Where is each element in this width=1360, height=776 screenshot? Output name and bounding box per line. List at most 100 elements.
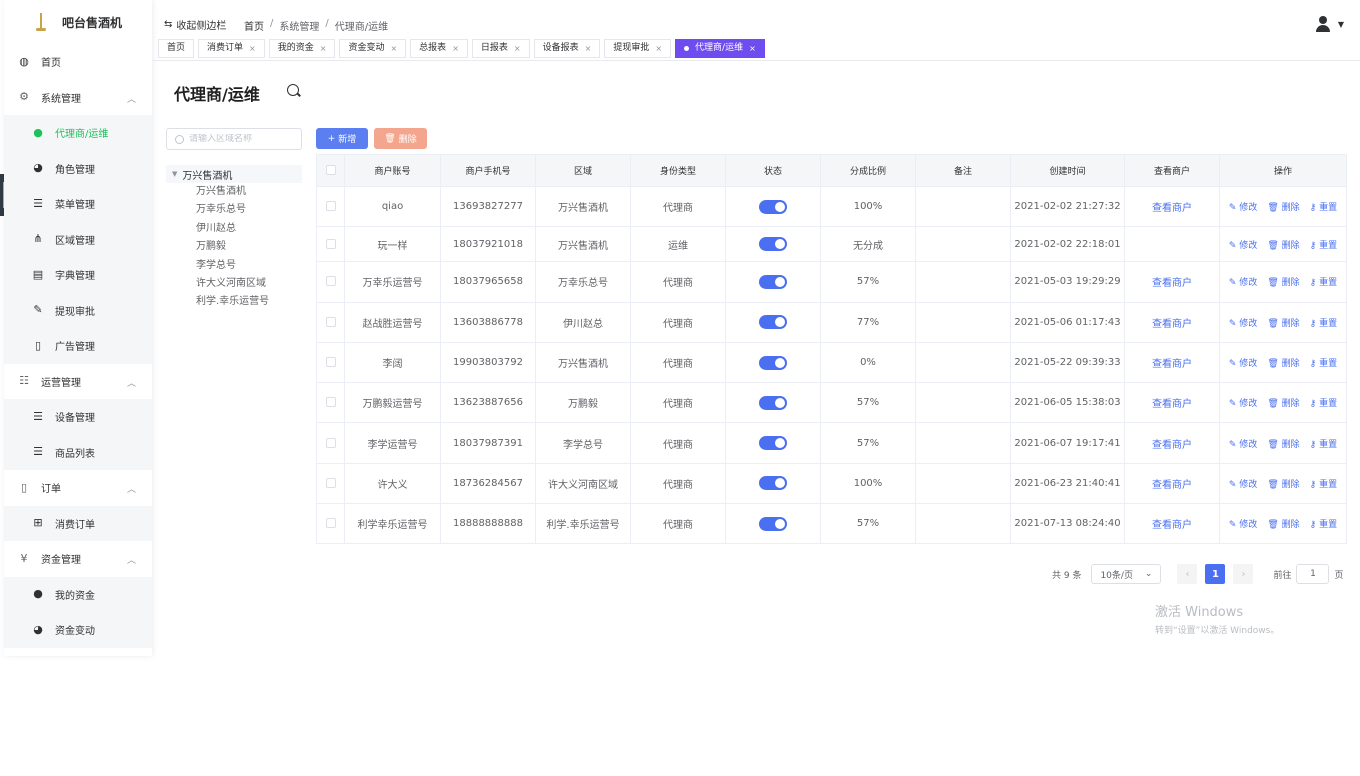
status-toggle[interactable] [759,199,787,214]
sidebar-item[interactable]: ☰ 菜单管理 [4,186,152,222]
status-toggle[interactable] [759,355,787,370]
close-icon[interactable]: × [585,40,592,57]
view-merchant-link[interactable]: 查看商户 [1152,440,1192,451]
delete-row-button[interactable]: 🗑 删除 [1267,200,1299,213]
edit-button[interactable]: ✎ 修改 [1229,200,1257,213]
breadcrumb-home[interactable]: 首页 [244,18,264,33]
row-checkbox[interactable] [325,477,336,488]
edit-button[interactable]: ✎ 修改 [1229,517,1257,530]
delete-button[interactable]: 🗑 删除 [374,128,427,149]
sidebar-item[interactable]: ⚙ 系统管理 ︿ [4,80,152,116]
status-toggle[interactable] [759,315,787,330]
row-checkbox[interactable] [325,397,336,408]
delete-row-button[interactable]: 🗑 删除 [1267,275,1299,288]
delete-row-button[interactable]: 🗑 删除 [1267,517,1299,530]
row-checkbox[interactable] [325,238,336,249]
reset-button[interactable]: ⚷ 重置 [1310,517,1337,530]
prev-page-button[interactable]: ‹ [1177,564,1198,584]
sidebar-item[interactable]: ☰ 设备管理 [4,399,152,435]
area-search-input[interactable] [189,134,289,144]
tab-item[interactable]: 总报表 × [410,39,468,58]
breadcrumb-system[interactable]: 系统管理 [279,18,319,33]
page-size-select[interactable]: 10条/页 ⌄ [1091,564,1162,584]
reset-button[interactable]: ⚷ 重置 [1310,437,1337,450]
status-toggle[interactable] [759,237,787,252]
status-toggle[interactable] [759,274,787,289]
tree-root-node[interactable]: ▼ 万兴售酒机 [166,165,302,183]
status-toggle[interactable] [759,436,787,451]
tab-item[interactable]: 日报表 × [471,39,530,58]
delete-row-button[interactable]: 🗑 删除 [1267,238,1299,251]
view-merchant-link[interactable]: 查看商户 [1152,359,1192,370]
delete-row-button[interactable]: 🗑 删除 [1267,396,1299,409]
user-menu[interactable]: ▼ [1315,16,1344,32]
close-icon[interactable]: × [320,40,327,57]
sidebar-item[interactable]: ▤ 字典管理 [4,257,152,293]
sidebar-item[interactable]: ✎ 提现审批 [4,292,152,328]
edit-button[interactable]: ✎ 修改 [1229,477,1257,490]
sidebar-item[interactable]: ☰ 商品列表 [4,434,152,470]
sidebar-item[interactable]: ● 代理商/运维 [4,115,152,151]
close-icon[interactable]: × [390,40,397,57]
delete-row-button[interactable]: 🗑 删除 [1267,356,1299,369]
reset-button[interactable]: ⚷ 重置 [1310,396,1337,409]
close-icon[interactable]: × [749,40,756,57]
close-icon[interactable]: × [514,40,521,57]
tab-item[interactable]: 代理商/运维 × [675,39,765,58]
reset-button[interactable]: ⚷ 重置 [1310,200,1337,213]
row-checkbox[interactable] [325,518,336,529]
delete-row-button[interactable]: 🗑 删除 [1267,437,1299,450]
delete-row-button[interactable]: 🗑 删除 [1267,316,1299,329]
page-number-current[interactable]: 1 [1205,564,1226,584]
reset-button[interactable]: ⚷ 重置 [1310,275,1337,288]
select-all-checkbox[interactable] [325,165,336,176]
search-icon[interactable] [286,83,301,98]
status-toggle[interactable] [759,516,787,531]
view-merchant-link[interactable]: 查看商户 [1152,399,1192,410]
goto-page-input[interactable]: 1 [1296,564,1330,584]
tab-item[interactable]: 首页 [158,39,195,58]
edit-button[interactable]: ✎ 修改 [1229,396,1257,409]
tree-node[interactable]: 伊川赵总 [166,220,302,238]
tree-node[interactable]: 李学总号 [166,257,302,275]
tab-item[interactable]: 我的资金 × [268,39,336,58]
close-icon[interactable]: × [249,40,256,57]
edit-button[interactable]: ✎ 修改 [1229,437,1257,450]
view-merchant-link[interactable]: 查看商户 [1152,319,1192,330]
sidebar-item[interactable]: ▯ 订单 ︿ [4,470,152,506]
collapse-sidebar-button[interactable]: ⇆ 收起侧边栏 [164,17,226,32]
edit-button[interactable]: ✎ 修改 [1229,238,1257,251]
view-merchant-link[interactable]: 查看商户 [1152,278,1192,289]
tab-item[interactable]: 设备报表 × [533,39,601,58]
next-page-button[interactable]: › [1233,564,1254,584]
sidebar-item[interactable]: ◍ 首页 [4,44,152,80]
view-merchant-link[interactable]: 查看商户 [1152,520,1192,531]
sidebar-item[interactable]: ◕ 资金变动 [4,612,152,648]
status-toggle[interactable] [759,476,787,491]
sidebar-item[interactable]: ¥ 资金管理 ︿ [4,541,152,577]
reset-button[interactable]: ⚷ 重置 [1310,477,1337,490]
delete-row-button[interactable]: 🗑 删除 [1267,477,1299,490]
tree-node[interactable]: 万兴售酒机 [166,183,302,201]
sidebar-item[interactable]: ⊞ 消费订单 [4,505,152,541]
row-checkbox[interactable] [325,437,336,448]
tab-item[interactable]: 消费订单 × [198,39,265,58]
tree-node[interactable]: 万幸乐总号 [166,201,302,219]
sidebar-item[interactable]: ● 我的资金 [4,576,152,612]
edit-button[interactable]: ✎ 修改 [1229,275,1257,288]
sidebar-item[interactable]: ▯ 广告管理 [4,328,152,364]
add-button[interactable]: + 新增 [316,128,368,149]
caret-down-icon[interactable]: ▼ [172,170,177,178]
sidebar-item[interactable]: ◕ 角色管理 [4,150,152,186]
tree-node[interactable]: 许大义河南区域 [166,275,302,293]
edit-button[interactable]: ✎ 修改 [1229,356,1257,369]
tab-item[interactable]: 提现审批 × [604,39,672,58]
tab-item[interactable]: 资金变动 × [339,39,407,58]
row-checkbox[interactable] [325,201,336,212]
reset-button[interactable]: ⚷ 重置 [1310,316,1337,329]
view-merchant-link[interactable]: 查看商户 [1152,203,1192,214]
sidebar-item[interactable]: ⋔ 区域管理 [4,221,152,257]
status-toggle[interactable] [759,395,787,410]
close-icon[interactable]: × [655,40,662,57]
row-checkbox[interactable] [325,357,336,368]
